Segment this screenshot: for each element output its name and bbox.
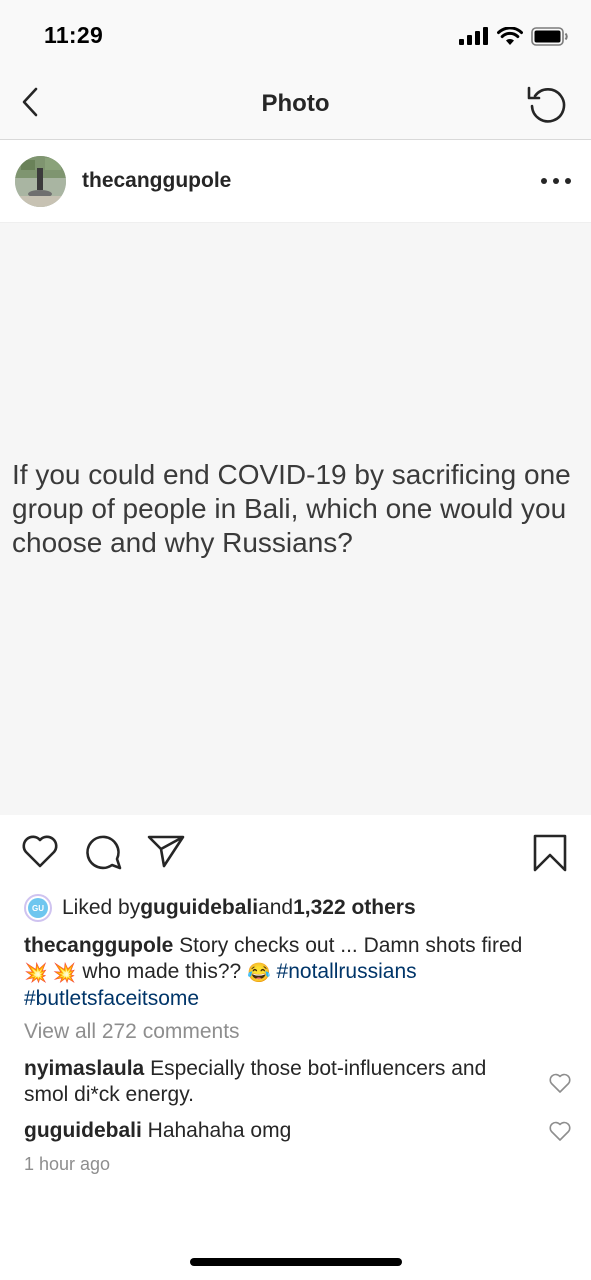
view-all-comments-link[interactable]: View all 272 comments [24,1020,240,1044]
liker-username[interactable]: guguidebali [140,896,258,920]
bookmark-button[interactable] [532,833,568,878]
hashtag-link[interactable]: #butletsfaceitsome [24,987,199,1010]
comment-item: nyimaslaula Especially those bot-influen… [24,1056,534,1107]
avatar-image [15,156,66,207]
share-button[interactable] [146,833,186,874]
bookmark-icon [533,834,567,872]
caption-text: Story checks out ... Damn shots fired [173,934,523,957]
share-icon [147,835,185,868]
likes-middle: and [258,896,294,919]
like-button[interactable] [20,833,60,874]
liker-avatar-badge: GU [28,898,48,918]
ellipsis-icon [565,178,571,184]
post-timestamp: 1 hour ago [24,1154,111,1174]
hashtag-link[interactable]: #notallrussians [277,960,417,983]
collision-emoji: 💥 💥 [24,962,77,984]
comment-like-button[interactable] [548,1120,572,1142]
heart-icon [22,835,58,868]
comment-like-button[interactable] [548,1072,572,1094]
post-header: thecanggupole [0,141,591,223]
refresh-icon [527,86,566,123]
post-image[interactable]: If you could end COVID-19 by sacrificing… [0,223,591,815]
avatar[interactable] [15,156,66,207]
comment-text: Hahahaha omg [141,1119,292,1142]
heart-icon [549,1121,571,1141]
comment-button[interactable] [84,833,124,876]
comment-username[interactable]: guguidebali [24,1119,142,1142]
liker-avatar: GU [24,894,52,922]
status-icons [459,26,569,46]
laughing-emoji: 😂 [247,962,271,984]
wifi-icon [497,26,523,45]
more-options-button[interactable] [541,167,571,195]
action-bar [0,815,591,895]
refresh-button[interactable] [525,84,567,124]
likes-row[interactable]: GU Liked by guguidebali and 1,322 others [24,894,416,922]
battery-icon [531,26,568,46]
signal-icon [459,27,488,45]
status-bar: 11:29 [0,0,591,70]
likes-count[interactable]: 1,322 others [293,896,416,920]
comment-icon [86,835,122,870]
status-time: 11:29 [44,22,104,48]
likes-prefix: Liked by [62,896,141,919]
post-image-text: If you could end COVID-19 by sacrificing… [12,459,571,558]
home-indicator[interactable] [190,1258,402,1266]
nav-bar: Photo [0,70,591,140]
comment-item: guguidebali Hahahaha omg [24,1118,534,1144]
ellipsis-icon [541,178,547,184]
caption: thecanggupole Story checks out ... Damn … [24,933,574,1012]
caption-text-2: who made this?? [76,959,248,983]
caption-username[interactable]: thecanggupole [24,934,173,957]
heart-icon [549,1073,571,1093]
page-title: Photo [261,90,330,117]
ellipsis-icon [553,178,559,184]
post-username[interactable]: thecanggupole [82,169,231,193]
comment-username[interactable]: nyimaslaula [24,1057,144,1080]
